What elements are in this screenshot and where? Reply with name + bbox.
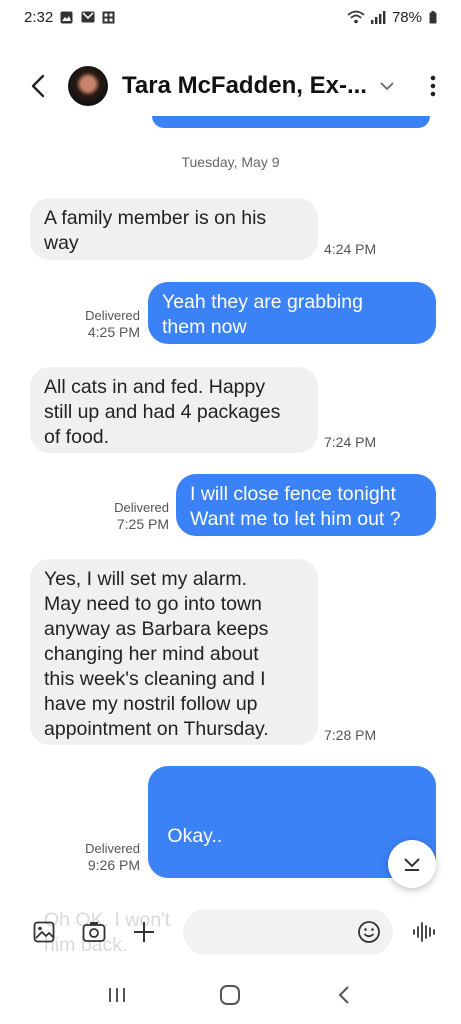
scroll-to-bottom-button[interactable]: [388, 840, 436, 888]
system-back-button[interactable]: [326, 977, 362, 1013]
home-icon: [220, 985, 241, 1005]
wifi-icon: [347, 10, 365, 24]
message-line: appointment on Thursday.: [44, 718, 269, 740]
message-line: anyway as Barbara keeps: [44, 618, 269, 640]
message-line: Want me to let him out ?: [190, 508, 401, 530]
home-button[interactable]: [212, 977, 248, 1013]
message-line: All cats in and fed. Happy: [44, 376, 266, 398]
message-time: 9:26 PM: [87, 857, 140, 873]
message-line: way: [44, 232, 79, 254]
chevron-down-icon: [380, 81, 394, 90]
scroll-down-icon: [404, 858, 420, 871]
message-time: 4:25 PM: [87, 324, 140, 340]
message-time: 7:24 PM: [324, 434, 377, 450]
gmail-notification-icon: [80, 10, 95, 24]
message-line: I will close fence tonight: [190, 483, 396, 505]
message-line: still up and had 4 packages: [44, 401, 281, 423]
message-time: 7:28 PM: [324, 727, 377, 743]
message-thread[interactable]: Tuesday, May 9 A family member is on his…: [0, 116, 461, 1024]
date-separator: Tuesday, May 9: [181, 154, 280, 170]
message-composer: [0, 906, 461, 958]
system-navigation-bar: [0, 966, 461, 1024]
message-line: Okay..: [162, 825, 223, 847]
message-line: A family member is on his: [44, 207, 267, 229]
message-status: Delivered 9:26 PM: [85, 840, 140, 874]
incoming-message[interactable]: A family member is on his way: [30, 198, 318, 260]
contact-name[interactable]: Tara McFadden, Ex-...: [122, 72, 373, 100]
emoji-button[interactable]: [357, 920, 381, 944]
outgoing-message[interactable]: I will close fence tonight Want me to le…: [176, 474, 436, 536]
signal-icon: [370, 10, 386, 24]
status-time: 2:32: [24, 8, 54, 26]
message-input[interactable]: [183, 909, 393, 955]
recent-apps-button[interactable]: [99, 977, 135, 1013]
battery-icon: [428, 10, 437, 24]
back-button[interactable]: [24, 66, 52, 106]
status-bar: 2:32 78%: [0, 0, 461, 34]
message-line: Yeah they are grabbing: [162, 291, 363, 313]
voice-waveform-icon: [413, 922, 435, 942]
delivered-label: Delivered: [85, 841, 140, 856]
system-back-icon: [338, 986, 349, 1004]
delivered-label: Delivered: [85, 308, 140, 323]
camera-button[interactable]: [80, 918, 108, 946]
gallery-icon: [33, 921, 55, 943]
more-options-button[interactable]: [419, 75, 447, 97]
message-line: them now: [162, 316, 247, 338]
message-line: changing her mind about: [44, 643, 259, 665]
battery-percent: 78%: [391, 8, 422, 26]
add-attachment-button[interactable]: [130, 918, 158, 946]
voice-input-button[interactable]: [410, 918, 438, 946]
emoji-icon: [358, 921, 380, 943]
gallery-button[interactable]: [30, 918, 58, 946]
message-status: Delivered 7:25 PM: [114, 499, 169, 533]
message-line: Yes, I will set my alarm.: [44, 568, 247, 590]
message-time: 7:25 PM: [116, 516, 169, 532]
message-time: 4:24 PM: [324, 241, 377, 257]
previous-message-bubble[interactable]: [152, 116, 430, 128]
incoming-message[interactable]: Yes, I will set my alarm. May need to go…: [30, 559, 318, 745]
back-arrow-icon: [31, 74, 45, 98]
message-line: this week's cleaning and I: [44, 668, 266, 690]
message-line: May need to go into town: [44, 593, 262, 615]
recent-apps-icon: [108, 988, 125, 1002]
message-line: have my nostril follow up: [44, 693, 258, 715]
message-line: of food.: [44, 426, 110, 448]
contact-avatar[interactable]: [68, 66, 108, 106]
app-notification-icon: [101, 10, 116, 24]
incoming-message[interactable]: All cats in and fed. Happy still up and …: [30, 367, 318, 453]
outgoing-message[interactable]: Yeah they are grabbing them now: [148, 282, 436, 344]
expand-contact-button[interactable]: [373, 81, 401, 91]
gallery-notification-icon: [59, 10, 74, 24]
camera-icon: [82, 922, 106, 942]
message-status: Delivered 4:25 PM: [85, 307, 140, 341]
conversation-header: Tara McFadden, Ex-...: [0, 56, 461, 116]
delivered-label: Delivered: [114, 500, 169, 515]
more-vertical-icon: [430, 75, 436, 97]
plus-icon: [134, 922, 154, 942]
